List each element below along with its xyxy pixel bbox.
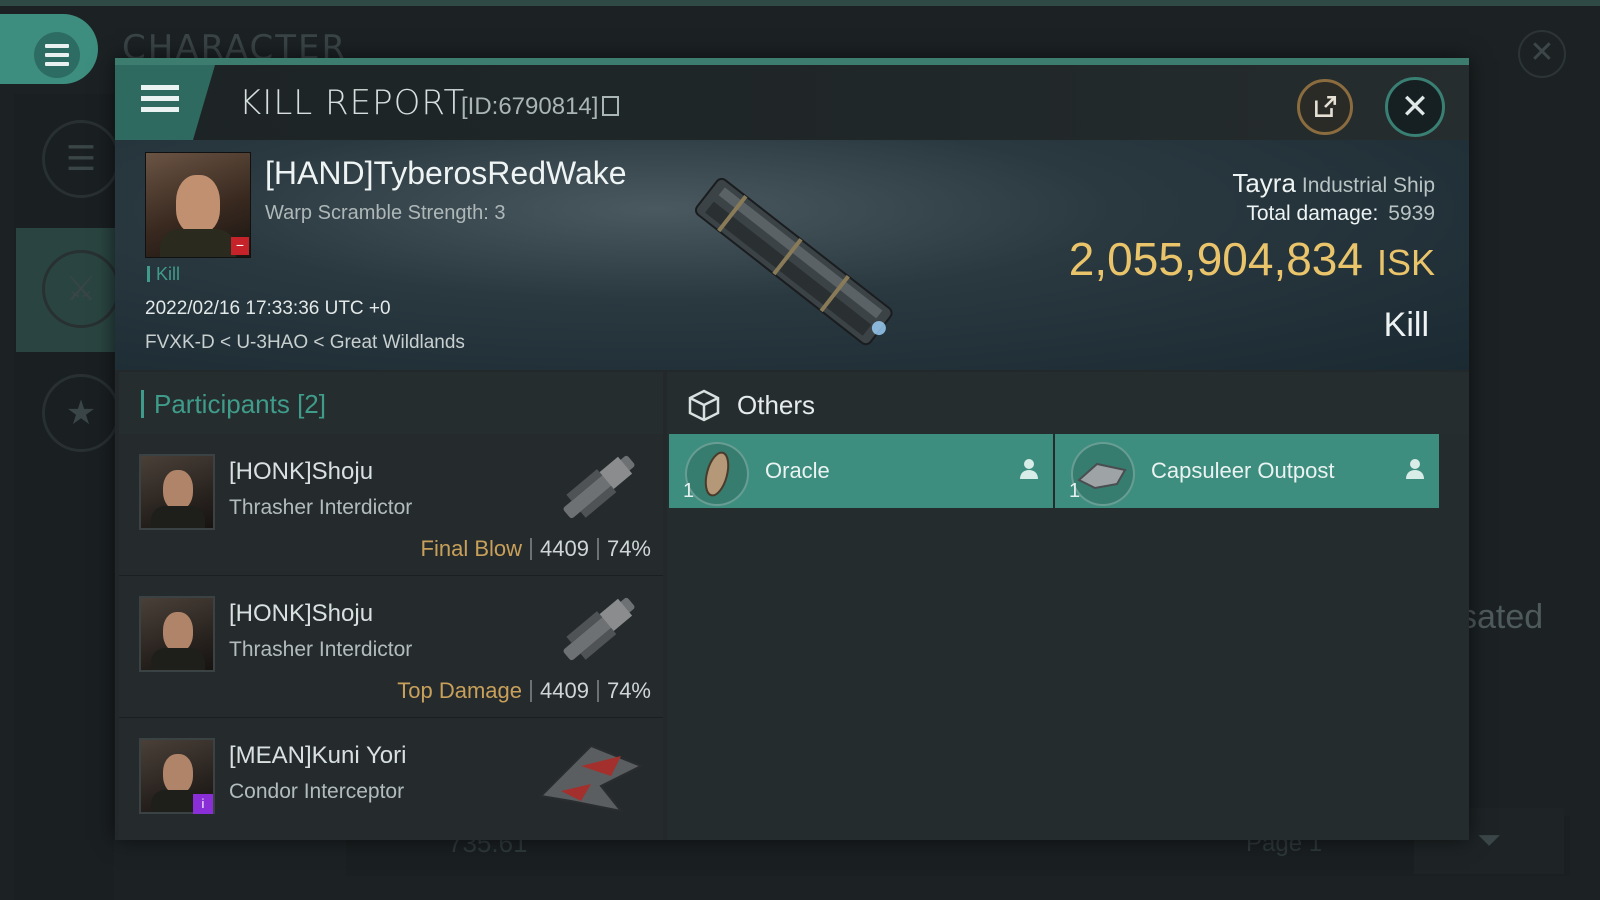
victim-ship-name[interactable]: Tayra Industrial Ship: [1232, 168, 1435, 199]
kill-location[interactable]: FVXK-D < U-3HAO < Great Wildlands: [145, 332, 465, 354]
corp-badge: i: [193, 794, 213, 814]
participant-row[interactable]: i [MEAN]Kuni Yori Condor Interceptor: [119, 718, 663, 840]
others-item[interactable]: 1 Oracle: [669, 434, 1053, 508]
item-image: [1071, 442, 1135, 506]
others-item[interactable]: 1 Capsuleer Outpost: [1055, 434, 1439, 508]
others-header: Others: [667, 372, 1469, 434]
background-close-button[interactable]: ✕: [1518, 30, 1566, 78]
modal-title: KILL REPORT: [239, 83, 466, 123]
kill-id[interactable]: [ID:6790814]: [461, 93, 620, 121]
kill-datetime: 2022/02/16 17:33:36 UTC +0: [145, 298, 391, 319]
participant-ship-image[interactable]: [549, 442, 649, 532]
participant-ship-image[interactable]: [549, 584, 649, 674]
victim-ship-image[interactable]: [675, 160, 915, 360]
sidebar-menu-icon[interactable]: ☰: [42, 120, 120, 198]
close-icon: ✕: [1400, 88, 1430, 126]
person-icon[interactable]: [1405, 458, 1425, 480]
modal-accent-line: [115, 58, 1469, 65]
item-name: Capsuleer Outpost: [1151, 458, 1335, 483]
modal-header: KILL REPORT [ID:6790814] ✕: [115, 65, 1469, 140]
star-icon[interactable]: ★: [42, 374, 120, 452]
participant-ship: Thrasher Interdictor: [229, 638, 413, 661]
participants-panel: Participants [2] [HONK]Shoju Thrasher In…: [119, 372, 663, 840]
modal-menu-button[interactable]: [115, 65, 215, 140]
participant-portrait[interactable]: [139, 596, 215, 672]
item-quantity: 1: [1069, 480, 1081, 502]
menu-icon: [34, 32, 80, 78]
warp-scramble-strength: Warp Scramble Strength: 3: [265, 202, 506, 224]
participant-stats: Top Damage 4409 74%: [397, 678, 651, 703]
item-image: [685, 442, 749, 506]
participant-row[interactable]: [HONK]Shoju Thrasher Interdictor Final B…: [119, 434, 663, 577]
participant-name[interactable]: [MEAN]Kuni Yori: [229, 742, 406, 770]
participant-portrait[interactable]: [139, 454, 215, 530]
kill-report-modal: KILL REPORT [ID:6790814] ✕ − [HAND]Tyber…: [115, 58, 1469, 840]
kill-id-label: [ID:6790814]: [461, 93, 599, 120]
victim-name[interactable]: [HAND]TyberosRedWake: [265, 155, 627, 192]
victim-ship-class: Industrial Ship: [1301, 174, 1435, 197]
standing-badge: −: [231, 237, 249, 255]
item-name: Oracle: [765, 458, 830, 483]
share-button[interactable]: [1297, 79, 1353, 135]
top-bar: [0, 0, 1600, 6]
menu-icon: [141, 85, 179, 112]
share-icon: [1315, 95, 1337, 117]
copy-icon[interactable]: [602, 96, 620, 116]
participant-ship: Thrasher Interdictor: [229, 496, 413, 519]
person-icon[interactable]: [1019, 458, 1039, 480]
main-menu-button[interactable]: [0, 14, 98, 84]
close-button[interactable]: ✕: [1385, 77, 1445, 137]
participant-ship-image[interactable]: [531, 726, 649, 816]
item-quantity: 1: [683, 480, 695, 502]
participant-portrait[interactable]: i: [139, 738, 215, 814]
participant-name[interactable]: [HONK]Shoju: [229, 458, 373, 486]
participants-header[interactable]: Participants [2]: [119, 372, 663, 434]
cube-icon: [688, 389, 720, 422]
background-sidebar: [14, 94, 114, 900]
others-title: Others: [737, 390, 816, 420]
crossed-swords-icon[interactable]: ⚔: [42, 250, 120, 328]
others-panel: Others 1 Oracle 1 Capsuleer Outpost: [667, 372, 1469, 840]
total-damage: Total damage: 5939: [1246, 202, 1435, 225]
isk-value: 2,055,904,834 ISK: [1068, 233, 1435, 285]
kill-tag: Kill: [147, 264, 180, 285]
participant-row[interactable]: [HONK]Shoju Thrasher Interdictor Top Dam…: [119, 576, 663, 719]
kill-banner: − [HAND]TyberosRedWake Warp Scramble Str…: [115, 140, 1469, 370]
background-partial-text: sated: [1460, 598, 1544, 636]
kill-result-label: Kill: [1383, 306, 1429, 344]
participant-ship: Condor Interceptor: [229, 780, 405, 803]
participant-stats: Final Blow 4409 74%: [420, 536, 651, 561]
participant-name[interactable]: [HONK]Shoju: [229, 600, 373, 628]
